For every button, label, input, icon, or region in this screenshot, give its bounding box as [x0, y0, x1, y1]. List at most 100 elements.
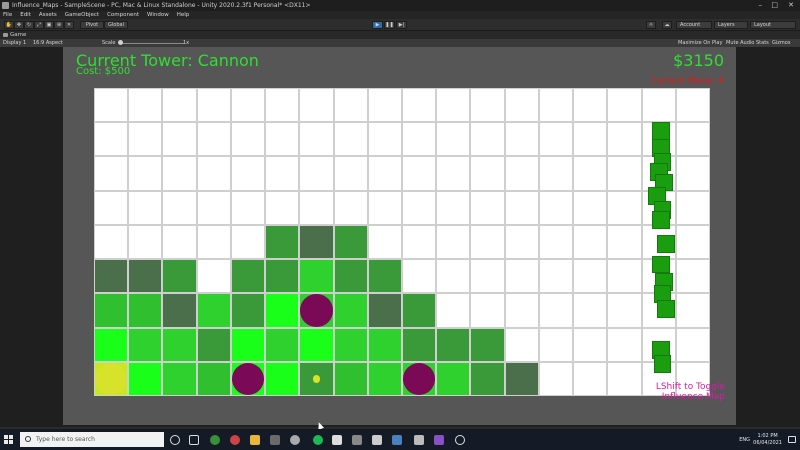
grid-cell[interactable]: [162, 327, 197, 362]
game-canvas[interactable]: Current Tower: Cannon Cost: $500 $3150 C…: [63, 47, 736, 425]
aspect-dropdown[interactable]: 16:9 Aspect: [33, 39, 63, 47]
menu-edit[interactable]: Edit: [20, 11, 31, 19]
stats-toggle[interactable]: Stats: [756, 39, 769, 47]
grid-cell[interactable]: [94, 259, 129, 294]
grid-cell[interactable]: [128, 88, 163, 123]
grid-cell[interactable]: [196, 122, 231, 157]
grid-cell[interactable]: [470, 190, 505, 225]
grid-cell[interactable]: [402, 88, 437, 123]
grid-cell[interactable]: [607, 156, 642, 191]
grid-cell[interactable]: [402, 259, 437, 294]
grid-cell[interactable]: [196, 156, 231, 191]
grid-cell[interactable]: [402, 327, 437, 362]
grid-cell[interactable]: [196, 293, 231, 328]
grid-cell[interactable]: [573, 361, 608, 396]
grid-cell[interactable]: [436, 327, 471, 362]
language-indicator[interactable]: ENG: [739, 437, 750, 443]
grid-cell[interactable]: [162, 156, 197, 191]
grid-cell[interactable]: [333, 361, 368, 396]
grid-cell[interactable]: [128, 327, 163, 362]
spotify-icon[interactable]: [313, 435, 323, 445]
windows-start-button[interactable]: [4, 435, 13, 444]
grid-cell[interactable]: [470, 224, 505, 260]
grid-cell[interactable]: [162, 224, 197, 260]
grid-cell[interactable]: [402, 190, 437, 225]
grid-cell[interactable]: [641, 88, 676, 123]
grid-cell[interactable]: [94, 327, 129, 362]
grid-cell[interactable]: [196, 224, 231, 260]
grid-cell[interactable]: [367, 88, 402, 123]
grid-cell[interactable]: [367, 259, 402, 294]
step-button[interactable]: ▶|: [396, 21, 407, 29]
grid-cell[interactable]: [538, 190, 574, 225]
close-button[interactable]: ✕: [788, 0, 794, 11]
grid-cell[interactable]: [470, 88, 505, 123]
scale-slider-track[interactable]: [120, 43, 184, 44]
grid-cell[interactable]: [470, 259, 505, 294]
grid-cell[interactable]: [162, 190, 197, 225]
grid-cell[interactable]: [367, 293, 402, 328]
grid-cell[interactable]: [367, 327, 402, 362]
grid-cell[interactable]: [299, 224, 334, 260]
grid-cell[interactable]: [573, 293, 608, 328]
grid-cell[interactable]: [230, 224, 266, 260]
pause-button[interactable]: ❚❚: [384, 21, 395, 29]
grid-cell[interactable]: [607, 259, 642, 294]
maximize-button[interactable]: □: [771, 0, 778, 11]
grid-cell[interactable]: [128, 259, 163, 294]
grid-cell[interactable]: [299, 88, 334, 123]
mute-audio-toggle[interactable]: Mute Audio: [726, 39, 754, 47]
menu-window[interactable]: Window: [147, 11, 169, 19]
account-dropdown[interactable]: Account: [676, 21, 712, 29]
grid-cell[interactable]: [265, 122, 300, 157]
grid-cell[interactable]: [504, 361, 539, 396]
hand-tool-button[interactable]: ✋: [4, 21, 14, 29]
grid-cell[interactable]: [230, 156, 266, 191]
scale-slider-handle[interactable]: [118, 40, 123, 45]
grid-cell[interactable]: [230, 293, 266, 328]
grid-cell[interactable]: [230, 190, 266, 225]
grid-cell[interactable]: [436, 88, 471, 123]
grid-cell[interactable]: [607, 293, 642, 328]
grid-cell[interactable]: [607, 190, 642, 225]
grid-cell[interactable]: [265, 327, 300, 362]
grid-cell[interactable]: [504, 259, 539, 294]
grid-cell[interactable]: [402, 293, 437, 328]
grid-cell[interactable]: [607, 88, 642, 123]
chrome-icon[interactable]: [210, 435, 220, 445]
grid-cell[interactable]: [607, 361, 642, 396]
grid-cell[interactable]: [538, 122, 574, 157]
grid-cell[interactable]: [675, 224, 710, 260]
grid-cell[interactable]: [470, 361, 505, 396]
grid-cell[interactable]: [94, 293, 129, 328]
grid-cell[interactable]: [265, 293, 300, 328]
grid-cell[interactable]: [367, 156, 402, 191]
cloud-icon[interactable]: ☁: [662, 21, 672, 29]
grid-cell[interactable]: [367, 224, 402, 260]
grid-cell[interactable]: [333, 88, 368, 123]
gamepad-app-icon[interactable]: [352, 435, 362, 445]
grid-cell[interactable]: [196, 361, 231, 396]
menu-help[interactable]: Help: [177, 11, 190, 19]
grid-cell[interactable]: [504, 88, 539, 123]
menu-assets[interactable]: Assets: [39, 11, 57, 19]
grid-cell[interactable]: [675, 122, 710, 157]
grid-cell[interactable]: [675, 327, 710, 362]
grid-cell[interactable]: [94, 88, 129, 123]
unity-active-icon[interactable]: [414, 435, 424, 445]
grid-cell[interactable]: [675, 88, 710, 123]
grid-cell[interactable]: [162, 88, 197, 123]
grid-cell[interactable]: [504, 327, 539, 362]
grid-cell[interactable]: [333, 327, 368, 362]
menu-component[interactable]: Component: [107, 11, 139, 19]
custom-tool-button[interactable]: ✕: [64, 21, 74, 29]
grid-cell[interactable]: [299, 156, 334, 191]
grid-cell[interactable]: [436, 224, 471, 260]
grid-cell[interactable]: [333, 293, 368, 328]
grid-cell[interactable]: [196, 190, 231, 225]
grid-cell[interactable]: [128, 361, 163, 396]
steam-icon[interactable]: [290, 435, 300, 445]
taskbar-search-box[interactable]: Type here to search: [20, 432, 164, 447]
grid-cell[interactable]: [573, 259, 608, 294]
grid-cell[interactable]: [538, 259, 574, 294]
